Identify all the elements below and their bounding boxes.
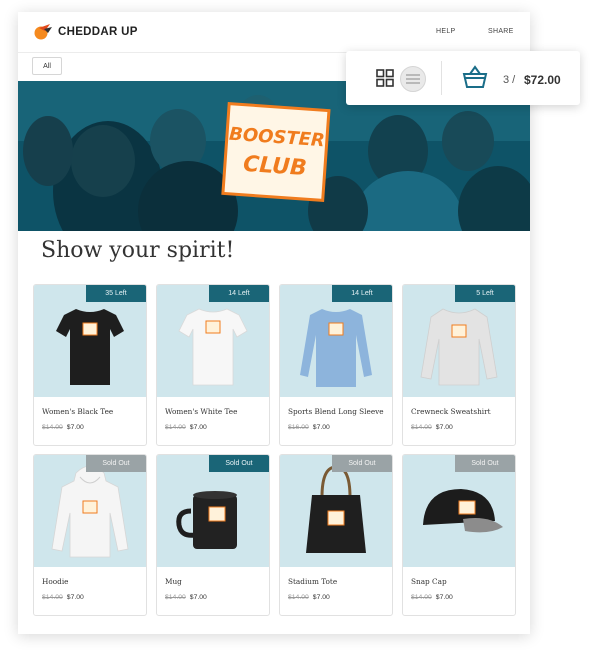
cart-popup: 3 / $72.00 [346,51,580,105]
divider [441,61,442,95]
help-link[interactable]: HELP [436,28,456,35]
sale-price: $7.00 [189,424,207,431]
product-name: Snap Cap [411,577,447,586]
original-price: $16.00 [288,424,309,431]
stock-badge: 14 Left [332,285,392,302]
sale-price: $7.00 [189,594,207,601]
product-card[interactable]: Sold Out Hoodie $14.00 $7.00 [33,454,147,616]
stock-badge: Sold Out [209,455,269,472]
brand-name: CHEDDAR UP [58,26,138,38]
stock-badge: Sold Out [332,455,392,472]
product-price: $14.00 $7.00 [165,424,207,431]
original-price: $14.00 [165,594,186,601]
product-card[interactable]: Sold Out Stadium Tote $14.00 $7.00 [279,454,393,616]
stock-badge: Sold Out [455,455,515,472]
product-name: Crewneck Sweatshirt [411,407,491,416]
top-bar: CHEDDAR UP HELP SHARE [18,12,530,53]
list-view-icon[interactable] [400,66,426,92]
product-name: Hoodie [42,577,69,586]
product-card[interactable]: Sold Out Snap Cap $14.00 $7.00 [402,454,516,616]
product-price: $14.00 $7.00 [411,424,453,431]
original-price: $14.00 [288,594,309,601]
product-name: Sports Blend Long Sleeve [288,407,384,416]
category-filter-select[interactable]: All [32,57,62,75]
product-price: $14.00 $7.00 [165,594,207,601]
sale-price: $7.00 [312,594,330,601]
product-card[interactable]: Sold Out Mug $14.00 $7.00 [156,454,270,616]
product-price: $14.00 $7.00 [42,424,84,431]
product-card[interactable]: 14 Left Sports Blend Long Sleeve $16.00 $… [279,284,393,446]
page-heading: Show your spirit! [41,238,235,263]
product-price: $14.00 $7.00 [411,594,453,601]
basket-icon[interactable] [462,65,488,89]
stock-badge: 5 Left [455,285,515,302]
product-name: Women's White Tee [165,407,238,416]
sale-price: $7.00 [435,594,453,601]
cart-total: $72.00 [524,73,561,87]
original-price: $14.00 [411,594,432,601]
original-price: $14.00 [411,424,432,431]
cheddar-logo-icon [34,24,52,40]
brand-logo[interactable]: CHEDDAR UP [32,23,138,41]
grid-view-icon[interactable] [376,69,394,87]
sale-price: $7.00 [66,424,84,431]
sign-line-2: CLUB [242,152,307,181]
product-name: Stadium Tote [288,577,338,586]
share-link[interactable]: SHARE [488,28,514,35]
stock-badge: 35 Left [86,285,146,302]
booster-club-sign: BOOSTER CLUB [221,102,331,202]
original-price: $14.00 [42,424,63,431]
original-price: $14.00 [42,594,63,601]
product-card[interactable]: 35 Left Women's Black Tee $14.00 $7.00 [33,284,147,446]
product-price: $14.00 $7.00 [42,594,84,601]
product-price: $16.00 $7.00 [288,424,330,431]
stock-badge: 14 Left [209,285,269,302]
stock-badge: Sold Out [86,455,146,472]
store-window: CHEDDAR UP HELP SHARE All BOOSTER CLUB S… [18,12,530,634]
sale-price: $7.00 [312,424,330,431]
sale-price: $7.00 [66,594,84,601]
product-card[interactable]: 5 Left Crewneck Sweatshirt $14.00 $7.00 [402,284,516,446]
product-name: Mug [165,577,182,586]
sale-price: $7.00 [435,424,453,431]
cart-item-count: 3 / [503,74,516,86]
original-price: $14.00 [165,424,186,431]
product-name: Women's Black Tee [42,407,114,416]
product-price: $14.00 $7.00 [288,594,330,601]
product-grid: 35 Left Women's Black Tee $14.00 $7.00 14… [33,284,517,616]
product-card[interactable]: 14 Left Women's White Tee $14.00 $7.00 [156,284,270,446]
